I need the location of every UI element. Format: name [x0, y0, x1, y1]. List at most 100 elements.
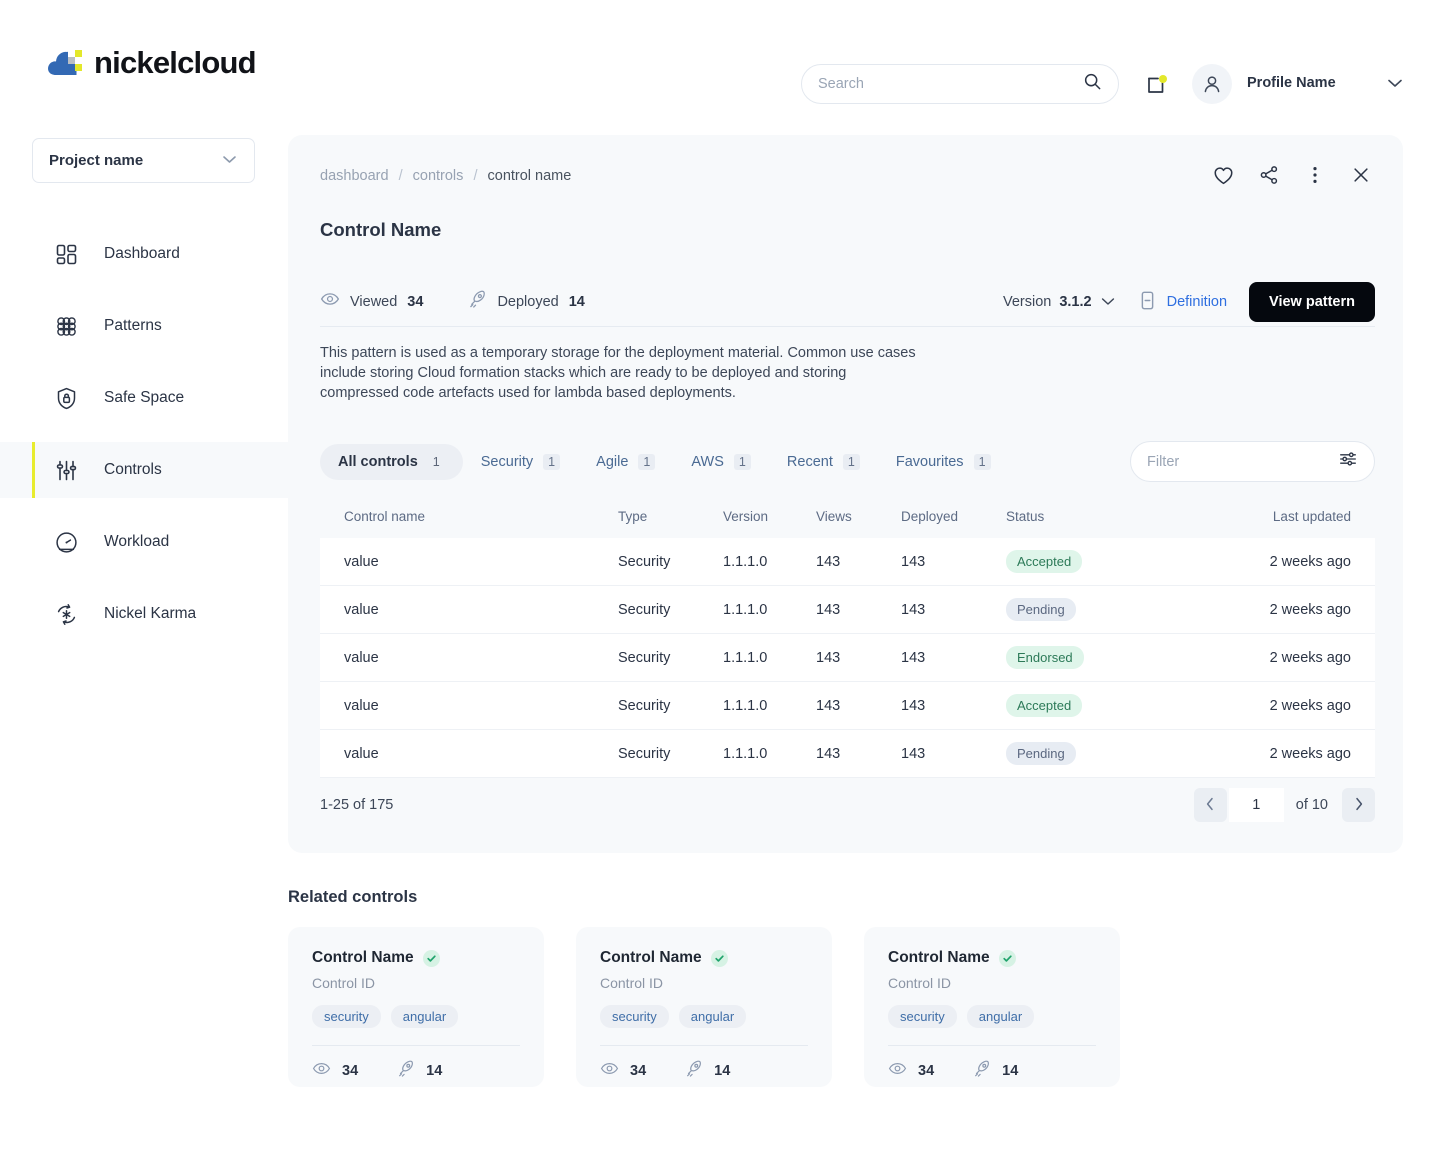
breadcrumb-separator: / — [398, 168, 403, 184]
more-vertical-icon[interactable] — [1301, 161, 1329, 189]
definition-label: Definition — [1166, 294, 1228, 310]
sidebar-item-patterns[interactable]: Patterns — [0, 298, 288, 354]
tab-label: Agile — [596, 454, 629, 470]
close-x-icon[interactable] — [1347, 161, 1375, 189]
cell-deployed: 143 — [901, 601, 926, 618]
cloud-checker-logo-icon — [46, 44, 90, 80]
card-title: Control Name — [600, 949, 702, 966]
card-tags: security angular — [600, 1005, 808, 1028]
table-row[interactable]: value Security 1.1.1.0 143 143 Pending 2… — [320, 730, 1375, 778]
user-avatar-icon[interactable] — [1192, 64, 1232, 104]
rocket-icon — [684, 1059, 703, 1082]
table-row[interactable]: value Security 1.1.1.0 143 143 Pending 2… — [320, 586, 1375, 634]
tab-recent[interactable]: Recent 1 — [769, 444, 878, 480]
pagination-total-label: of 10 — [1295, 797, 1328, 813]
table-row[interactable]: value Security 1.1.1.0 143 143 Endorsed … — [320, 634, 1375, 682]
card-tag[interactable]: angular — [678, 1005, 747, 1028]
eye-icon — [888, 1059, 907, 1082]
tab-count: 1 — [842, 454, 860, 470]
pagination-prev-button[interactable] — [1193, 788, 1227, 822]
cell-control-name: value — [344, 601, 379, 618]
card-divider — [888, 1045, 1096, 1046]
search-input[interactable] — [818, 76, 1083, 92]
stat-deployed: Deployed 14 — [467, 289, 585, 314]
document-icon — [1138, 290, 1157, 315]
project-select[interactable]: Project name — [32, 138, 255, 183]
card-tag[interactable]: security — [600, 1005, 669, 1028]
column-header-deployed[interactable]: Deployed — [901, 509, 1006, 524]
cell-status: Pending — [1006, 598, 1251, 621]
sidebar-item-label: Controls — [104, 461, 162, 478]
card-subtitle: Control ID — [888, 975, 952, 991]
filter-input[interactable] — [1147, 453, 1338, 470]
version-selector[interactable]: Version 3.1.2 — [1003, 293, 1116, 311]
related-control-card[interactable]: Control Name Control ID security angular — [288, 927, 544, 1087]
stat-label: Deployed — [497, 293, 559, 310]
sidebar-item-dashboard[interactable]: Dashboard — [0, 226, 288, 282]
rocket-icon — [972, 1059, 991, 1082]
sidebar-item-label: Workload — [104, 533, 170, 550]
card-tag[interactable]: angular — [966, 1005, 1035, 1028]
column-header-control-name[interactable]: Control name — [320, 509, 618, 524]
breadcrumb-item-dashboard[interactable]: dashboard — [320, 168, 389, 184]
brand-logo[interactable]: nickelcloud — [46, 44, 257, 80]
card-stats: 34 14 — [600, 1059, 808, 1082]
card-views-value: 34 — [630, 1062, 647, 1079]
gauge-icon — [54, 530, 79, 555]
card-tags: security angular — [312, 1005, 520, 1028]
breadcrumb: dashboard / controls / control name — [320, 168, 571, 184]
chevron-down-icon[interactable] — [1386, 76, 1404, 94]
cell-control-name: value — [344, 745, 379, 762]
search-box[interactable] — [801, 64, 1119, 104]
sidebar-item-label: Patterns — [104, 317, 162, 334]
tab-favourites[interactable]: Favourites 1 — [878, 444, 1009, 480]
column-header-version[interactable]: Version — [723, 509, 816, 524]
sidebar-item-workload[interactable]: Workload — [0, 514, 288, 570]
card-stat-deploys: 14 — [684, 1059, 730, 1082]
share-nodes-icon[interactable] — [1255, 161, 1283, 189]
related-control-card[interactable]: Control Name Control ID security angular — [576, 927, 832, 1087]
cell-views: 143 — [816, 601, 841, 618]
table-row[interactable]: value Security 1.1.1.0 143 143 Accepted … — [320, 538, 1375, 586]
notification-square-icon[interactable] — [1142, 70, 1172, 100]
tab-security[interactable]: Security 1 — [463, 444, 578, 480]
sidebar-item-nickel-karma[interactable]: Nickel Karma — [0, 586, 288, 642]
column-header-type[interactable]: Type — [618, 509, 723, 524]
table-row[interactable]: value Security 1.1.1.0 143 143 Accepted … — [320, 682, 1375, 730]
column-header-status[interactable]: Status — [1006, 509, 1251, 524]
sliders-vertical-icon — [54, 458, 79, 483]
cell-last-updated: 2 weeks ago — [1269, 649, 1351, 666]
heart-icon[interactable] — [1209, 161, 1237, 189]
filter-tabs: All controls 1 Security 1 Agile 1 AWS 1 … — [320, 441, 1375, 483]
sidebar-item-safe-space[interactable]: Safe Space — [0, 370, 288, 426]
pagination-page-input[interactable] — [1228, 788, 1284, 822]
tab-aws[interactable]: AWS 1 — [673, 444, 769, 480]
card-tag[interactable]: security — [888, 1005, 957, 1028]
breadcrumb-item-controls[interactable]: controls — [413, 168, 464, 184]
cell-views: 143 — [816, 745, 841, 762]
definition-link[interactable]: Definition — [1138, 290, 1227, 315]
filter-box[interactable] — [1130, 441, 1375, 482]
column-header-views[interactable]: Views — [816, 509, 901, 524]
profile-name[interactable]: Profile Name — [1247, 75, 1336, 91]
tab-all-controls[interactable]: All controls 1 — [320, 444, 463, 480]
related-control-card[interactable]: Control Name Control ID security angular — [864, 927, 1120, 1087]
view-pattern-button[interactable]: View pattern — [1249, 282, 1375, 322]
tab-agile[interactable]: Agile 1 — [578, 444, 673, 480]
card-tag[interactable]: angular — [390, 1005, 459, 1028]
sidebar-item-controls[interactable]: Controls — [0, 442, 288, 498]
card-deploys-value: 14 — [426, 1062, 443, 1079]
sidebar-item-label: Dashboard — [104, 245, 180, 262]
pagination-summary: 1-25 of 175 — [320, 797, 394, 813]
pagination-next-button[interactable] — [1342, 788, 1375, 822]
cell-last-updated: 2 weeks ago — [1269, 697, 1351, 714]
search-icon[interactable] — [1083, 72, 1102, 96]
tab-label: Recent — [786, 454, 833, 470]
cell-deployed: 143 — [901, 697, 926, 714]
sliders-horizontal-icon[interactable] — [1338, 449, 1358, 474]
card-divider — [600, 1045, 808, 1046]
karma-refresh-star-icon — [54, 602, 79, 627]
breadcrumb-item-current: control name — [487, 168, 572, 184]
card-tag[interactable]: security — [312, 1005, 381, 1028]
column-header-last-updated[interactable]: Last updated — [1251, 509, 1375, 524]
